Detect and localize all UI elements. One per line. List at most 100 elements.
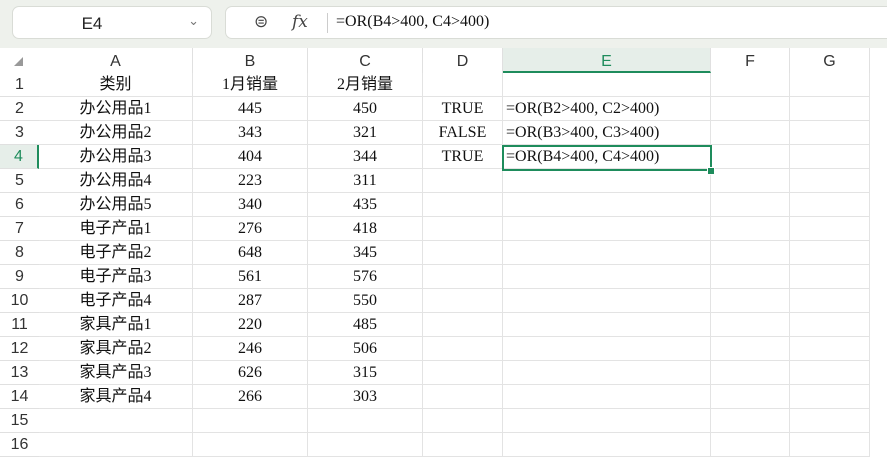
cell-F5[interactable] [711, 169, 790, 193]
cell-C16[interactable] [308, 433, 423, 457]
cell-C6[interactable]: 435 [308, 193, 423, 217]
cell-F16[interactable] [711, 433, 790, 457]
cell-A15[interactable] [39, 409, 193, 433]
zoom-formula-icon[interactable]: ⊜ [254, 12, 268, 32]
column-header-D[interactable]: D [423, 48, 503, 73]
cell-E5[interactable] [503, 169, 711, 193]
cell-A6[interactable]: 办公用品5 [39, 193, 193, 217]
cell-D10[interactable] [423, 289, 503, 313]
cell-D5[interactable] [423, 169, 503, 193]
cell-G15[interactable] [790, 409, 870, 433]
cell-D13[interactable] [423, 361, 503, 385]
cell-C12[interactable]: 506 [308, 337, 423, 361]
cell-G1[interactable] [790, 73, 870, 97]
cell-E13[interactable] [503, 361, 711, 385]
cell-D9[interactable] [423, 265, 503, 289]
cell-B11[interactable]: 220 [193, 313, 308, 337]
row-header[interactable]: 15 [0, 409, 39, 433]
cell-E3[interactable]: =OR(B3>400, C3>400) [503, 121, 711, 145]
row-header[interactable]: 8 [0, 241, 39, 265]
formula-bar[interactable]: ⊜ fx =OR(B4>400, C4>400) [225, 6, 887, 39]
cell-C1[interactable]: 2月销量 [308, 73, 423, 97]
cell-A13[interactable]: 家具产品3 [39, 361, 193, 385]
cell-E6[interactable] [503, 193, 711, 217]
cell-D15[interactable] [423, 409, 503, 433]
cell-B2[interactable]: 445 [193, 97, 308, 121]
column-header-A[interactable]: A [39, 48, 193, 73]
cell-E1[interactable] [503, 73, 711, 97]
cell-B1[interactable]: 1月销量 [193, 73, 308, 97]
cell-C4[interactable]: 344 [308, 145, 423, 169]
cell-A10[interactable]: 电子产品4 [39, 289, 193, 313]
cell-B15[interactable] [193, 409, 308, 433]
cell-D4[interactable]: TRUE [423, 145, 503, 169]
cell-G8[interactable] [790, 241, 870, 265]
row-header[interactable]: 9 [0, 265, 39, 289]
cell-C15[interactable] [308, 409, 423, 433]
column-header-C[interactable]: C [308, 48, 423, 73]
cell-G12[interactable] [790, 337, 870, 361]
cell-E9[interactable] [503, 265, 711, 289]
cell-B9[interactable]: 561 [193, 265, 308, 289]
cell-A12[interactable]: 家具产品2 [39, 337, 193, 361]
cell-B4[interactable]: 404 [193, 145, 308, 169]
cell-A11[interactable]: 家具产品1 [39, 313, 193, 337]
cell-B10[interactable]: 287 [193, 289, 308, 313]
row-header[interactable]: 12 [0, 337, 39, 361]
cell-D3[interactable]: FALSE [423, 121, 503, 145]
formula-input[interactable]: =OR(B4>400, C4>400) [336, 13, 489, 31]
cell-F8[interactable] [711, 241, 790, 265]
cell-A2[interactable]: 办公用品1 [39, 97, 193, 121]
cell-A1[interactable]: 类别 [39, 73, 193, 97]
name-box[interactable]: E4 ⌄ [12, 6, 212, 39]
cell-E14[interactable] [503, 385, 711, 409]
cell-E2[interactable]: =OR(B2>400, C2>400) [503, 97, 711, 121]
cell-D6[interactable] [423, 193, 503, 217]
cell-B16[interactable] [193, 433, 308, 457]
fx-icon[interactable]: fx [292, 12, 308, 32]
cell-F1[interactable] [711, 73, 790, 97]
cell-A9[interactable]: 电子产品3 [39, 265, 193, 289]
cell-C2[interactable]: 450 [308, 97, 423, 121]
cell-A4[interactable]: 办公用品3 [39, 145, 193, 169]
cell-B8[interactable]: 648 [193, 241, 308, 265]
cell-E10[interactable] [503, 289, 711, 313]
cell-F13[interactable] [711, 361, 790, 385]
cell-E12[interactable] [503, 337, 711, 361]
row-header[interactable]: 4 [0, 145, 39, 169]
cell-D7[interactable] [423, 217, 503, 241]
row-header[interactable]: 5 [0, 169, 39, 193]
cell-A16[interactable] [39, 433, 193, 457]
cell-G9[interactable] [790, 265, 870, 289]
cell-C9[interactable]: 576 [308, 265, 423, 289]
cell-E16[interactable] [503, 433, 711, 457]
chevron-down-icon[interactable]: ⌄ [188, 13, 199, 29]
cell-D16[interactable] [423, 433, 503, 457]
cell-A14[interactable]: 家具产品4 [39, 385, 193, 409]
cell-B14[interactable]: 266 [193, 385, 308, 409]
cell-F4[interactable] [711, 145, 790, 169]
cell-F15[interactable] [711, 409, 790, 433]
cell-G13[interactable] [790, 361, 870, 385]
cell-B7[interactable]: 276 [193, 217, 308, 241]
column-header-E[interactable]: E [503, 48, 711, 73]
cell-C11[interactable]: 485 [308, 313, 423, 337]
cell-G16[interactable] [790, 433, 870, 457]
cell-C7[interactable]: 418 [308, 217, 423, 241]
cell-G5[interactable] [790, 169, 870, 193]
cell-C13[interactable]: 315 [308, 361, 423, 385]
cell-C8[interactable]: 345 [308, 241, 423, 265]
cell-G6[interactable] [790, 193, 870, 217]
cell-C14[interactable]: 303 [308, 385, 423, 409]
row-header[interactable]: 3 [0, 121, 39, 145]
cell-B3[interactable]: 343 [193, 121, 308, 145]
row-header[interactable]: 1 [0, 73, 39, 97]
cell-F6[interactable] [711, 193, 790, 217]
cell-A3[interactable]: 办公用品2 [39, 121, 193, 145]
cell-B13[interactable]: 626 [193, 361, 308, 385]
column-header-G[interactable]: G [790, 48, 870, 73]
row-header[interactable]: 14 [0, 385, 39, 409]
cell-B6[interactable]: 340 [193, 193, 308, 217]
cell-F10[interactable] [711, 289, 790, 313]
cell-C10[interactable]: 550 [308, 289, 423, 313]
